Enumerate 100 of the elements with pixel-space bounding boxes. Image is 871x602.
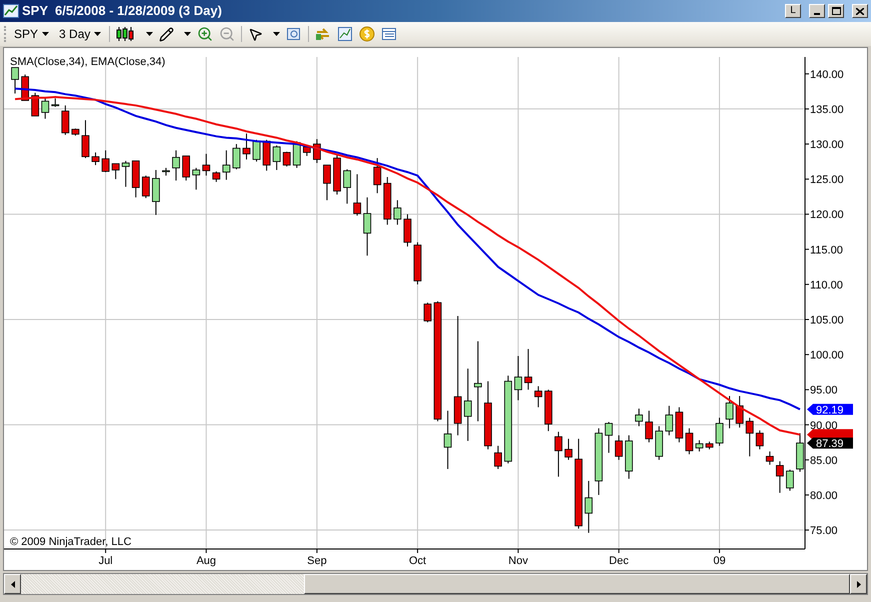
candlestick	[242, 133, 250, 160]
candlestick	[142, 175, 150, 199]
candlestick	[333, 154, 341, 196]
maximize-button[interactable]	[828, 4, 844, 18]
candlestick	[716, 417, 724, 446]
table-icon[interactable]	[381, 26, 398, 42]
candlestick	[665, 405, 674, 436]
candlestick	[41, 97, 50, 120]
zoom-in-icon[interactable]	[197, 26, 214, 42]
caret-icon	[184, 32, 192, 36]
candlestick	[776, 460, 784, 494]
candlestick	[524, 348, 532, 390]
price-axis-label: 85.00	[810, 454, 838, 467]
candlestick	[766, 450, 774, 466]
candlestick	[614, 434, 623, 460]
candlestick	[313, 138, 321, 164]
candlestick	[404, 214, 412, 247]
candlestick	[162, 167, 170, 176]
scroll-right-button[interactable]	[850, 574, 867, 594]
candlestick	[625, 434, 633, 480]
properties-icon[interactable]	[286, 26, 302, 42]
candlestick	[132, 160, 140, 198]
date-axis-label: Sep	[307, 555, 327, 567]
candlestick	[564, 438, 572, 460]
window-title: SPY 6/5/2008 - 1/28/2009 (3 Day)	[22, 2, 222, 20]
candlestick	[11, 67, 19, 94]
date-axis-label: Nov	[508, 555, 528, 567]
caret-icon	[273, 32, 280, 36]
candlestick	[383, 176, 392, 226]
instrument-dropdown[interactable]: SPY	[12, 25, 52, 43]
candlestick	[594, 428, 603, 496]
period-dropdown[interactable]: 3 Day	[57, 25, 104, 43]
candlestick	[746, 417, 754, 457]
horizontal-scrollbar[interactable]	[3, 573, 868, 595]
line-chart-icon[interactable]	[337, 26, 354, 42]
candlestick	[424, 302, 432, 323]
close-icon	[856, 8, 864, 14]
candlestick	[192, 167, 200, 190]
price-tag: 92.19	[807, 404, 853, 416]
candlestick	[444, 410, 452, 470]
candlestick	[373, 158, 382, 194]
minimize-button[interactable]	[809, 4, 825, 18]
candlestick	[252, 139, 260, 162]
candlestick	[685, 428, 694, 455]
candlestick	[262, 139, 271, 172]
candlestick	[756, 430, 764, 450]
caret-icon	[42, 32, 50, 36]
data-exchange-icon[interactable]	[315, 26, 332, 42]
chart-app-icon	[3, 4, 19, 18]
candlestick	[202, 153, 210, 176]
right-arrow-icon	[856, 580, 860, 588]
candlestick	[604, 421, 613, 454]
candlestick	[122, 160, 130, 188]
scrollbar-thumb[interactable]	[304, 574, 850, 594]
candlestick	[51, 98, 60, 108]
candlestick	[706, 441, 714, 450]
candlestick	[31, 92, 40, 116]
candlestick	[786, 469, 794, 492]
price-axis-label: 140.00	[810, 68, 844, 81]
date-axis-label: Jul	[98, 555, 113, 567]
candlestick	[172, 150, 180, 182]
pointer-icon[interactable]	[248, 26, 264, 42]
price-axis-label: 105.00	[810, 314, 844, 326]
candlestick	[695, 440, 704, 452]
price-axis-label: 135.00	[810, 104, 844, 116]
price-axis-label: 125.00	[810, 174, 844, 186]
candlestick	[584, 480, 593, 534]
candlestick	[112, 163, 120, 180]
candlestick	[302, 146, 311, 156]
date-axis-label: Oct	[409, 555, 426, 567]
candlestick	[222, 150, 230, 180]
candlestick	[726, 396, 734, 429]
lock-button[interactable]: L	[785, 4, 801, 18]
scroll-left-button[interactable]	[4, 574, 21, 594]
date-axis-label: Dec	[609, 555, 629, 567]
candlestick	[394, 200, 402, 226]
price-axis-label: 90.00	[810, 420, 838, 432]
price-axis-label: 95.00	[810, 384, 838, 397]
coin-icon[interactable]	[359, 26, 376, 42]
price-axis-label: 80.00	[810, 490, 838, 502]
date-axis-label: Aug	[196, 555, 216, 567]
candlestick	[353, 174, 362, 216]
pencil-icon[interactable]	[159, 26, 174, 42]
caret-icon	[94, 32, 102, 36]
caret-icon	[146, 32, 154, 36]
date-axis-label: 09	[713, 555, 726, 567]
candlestick	[92, 152, 100, 166]
price-axis-label: 130.00	[810, 139, 844, 152]
candlestick	[484, 380, 492, 450]
candlestick	[635, 408, 643, 427]
left-arrow-icon	[10, 580, 14, 588]
candlestick	[544, 389, 552, 432]
candlestick	[212, 170, 220, 182]
price-tag: 87.39	[807, 438, 853, 450]
candlestick	[232, 144, 240, 170]
close-button[interactable]	[852, 4, 868, 18]
price-axis-label: 110.00	[810, 279, 843, 292]
candlestick-icon[interactable]	[116, 26, 136, 42]
candlestick	[645, 410, 653, 443]
candlestick	[152, 170, 160, 216]
